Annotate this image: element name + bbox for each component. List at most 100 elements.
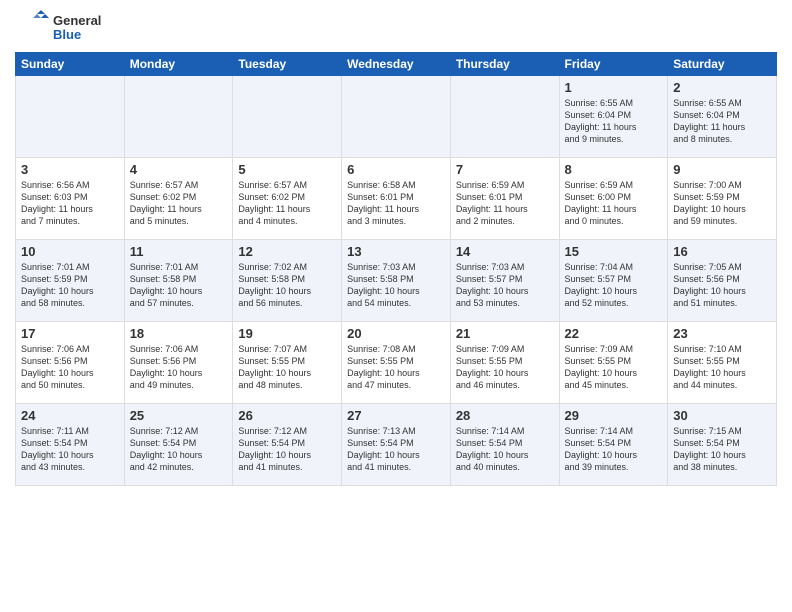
- day-info: Sunrise: 6:57 AM Sunset: 6:02 PM Dayligh…: [238, 179, 336, 228]
- day-number: 1: [565, 80, 663, 95]
- day-number: 10: [21, 244, 119, 259]
- day-number: 5: [238, 162, 336, 177]
- calendar-day-cell: 11 Sunrise: 7:01 AM Sunset: 5:58 PM Dayli…: [124, 240, 233, 322]
- calendar-day-cell: 5 Sunrise: 6:57 AM Sunset: 6:02 PM Daylig…: [233, 158, 342, 240]
- day-info: Sunrise: 7:05 AM Sunset: 5:56 PM Dayligh…: [673, 261, 771, 310]
- calendar-day-cell: [233, 76, 342, 158]
- calendar-day-cell: 24 Sunrise: 7:11 AM Sunset: 5:54 PM Dayli…: [16, 404, 125, 486]
- day-info: Sunrise: 7:13 AM Sunset: 5:54 PM Dayligh…: [347, 425, 445, 474]
- calendar-table: SundayMondayTuesdayWednesdayThursdayFrid…: [15, 52, 777, 486]
- calendar-day-cell: 15 Sunrise: 7:04 AM Sunset: 5:57 PM Dayli…: [559, 240, 668, 322]
- day-number: 19: [238, 326, 336, 341]
- day-number: 4: [130, 162, 228, 177]
- day-number: 25: [130, 408, 228, 423]
- calendar-day-cell: 7Sunrise: 6:59 AM Sunset: 6:01 PM Daylig…: [450, 158, 559, 240]
- day-info: Sunrise: 7:01 AM Sunset: 5:58 PM Dayligh…: [130, 261, 228, 310]
- day-info: Sunrise: 7:04 AM Sunset: 5:57 PM Dayligh…: [565, 261, 663, 310]
- calendar-day-cell: 3 Sunrise: 6:56 AM Sunset: 6:03 PM Daylig…: [16, 158, 125, 240]
- calendar-day-cell: 28 Sunrise: 7:14 AM Sunset: 5:54 PM Dayli…: [450, 404, 559, 486]
- calendar-day-cell: 30 Sunrise: 7:15 AM Sunset: 5:54 PM Dayli…: [668, 404, 777, 486]
- day-number: 16: [673, 244, 771, 259]
- calendar-day-cell: 4 Sunrise: 6:57 AM Sunset: 6:02 PM Daylig…: [124, 158, 233, 240]
- day-info: Sunrise: 7:06 AM Sunset: 5:56 PM Dayligh…: [130, 343, 228, 392]
- calendar-day-cell: 10 Sunrise: 7:01 AM Sunset: 5:59 PM Dayli…: [16, 240, 125, 322]
- calendar-week-row: 10 Sunrise: 7:01 AM Sunset: 5:59 PM Dayli…: [16, 240, 777, 322]
- calendar-day-cell: 23 Sunrise: 7:10 AM Sunset: 5:55 PM Dayli…: [668, 322, 777, 404]
- calendar-day-cell: 26 Sunrise: 7:12 AM Sunset: 5:54 PM Dayli…: [233, 404, 342, 486]
- day-info: Sunrise: 6:57 AM Sunset: 6:02 PM Dayligh…: [130, 179, 228, 228]
- day-number: 30: [673, 408, 771, 423]
- logo-general: General: [53, 14, 101, 28]
- day-info: Sunrise: 6:56 AM Sunset: 6:03 PM Dayligh…: [21, 179, 119, 228]
- calendar-day-cell: 22Sunrise: 7:09 AM Sunset: 5:55 PM Dayli…: [559, 322, 668, 404]
- day-info: Sunrise: 7:08 AM Sunset: 5:55 PM Dayligh…: [347, 343, 445, 392]
- calendar-day-cell: 29 Sunrise: 7:14 AM Sunset: 5:54 PM Dayli…: [559, 404, 668, 486]
- calendar-day-cell: 2Sunrise: 6:55 AM Sunset: 6:04 PM Daylig…: [668, 76, 777, 158]
- day-number: 18: [130, 326, 228, 341]
- day-info: Sunrise: 7:11 AM Sunset: 5:54 PM Dayligh…: [21, 425, 119, 474]
- calendar-day-cell: 1 Sunrise: 6:55 AM Sunset: 6:04 PM Daylig…: [559, 76, 668, 158]
- calendar-day-cell: 25Sunrise: 7:12 AM Sunset: 5:54 PM Dayli…: [124, 404, 233, 486]
- day-info: Sunrise: 7:02 AM Sunset: 5:58 PM Dayligh…: [238, 261, 336, 310]
- day-number: 20: [347, 326, 445, 341]
- day-number: 27: [347, 408, 445, 423]
- weekday-header-cell: Tuesday: [233, 53, 342, 76]
- day-info: Sunrise: 7:14 AM Sunset: 5:54 PM Dayligh…: [565, 425, 663, 474]
- calendar-day-cell: [342, 76, 451, 158]
- day-number: 6: [347, 162, 445, 177]
- calendar-day-cell: 21Sunrise: 7:09 AM Sunset: 5:55 PM Dayli…: [450, 322, 559, 404]
- calendar-day-cell: 14 Sunrise: 7:03 AM Sunset: 5:57 PM Dayli…: [450, 240, 559, 322]
- day-info: Sunrise: 7:06 AM Sunset: 5:56 PM Dayligh…: [21, 343, 119, 392]
- day-number: 13: [347, 244, 445, 259]
- day-info: Sunrise: 6:55 AM Sunset: 6:04 PM Dayligh…: [565, 97, 663, 146]
- logo-graphic: [15, 10, 51, 46]
- calendar-day-cell: 17Sunrise: 7:06 AM Sunset: 5:56 PM Dayli…: [16, 322, 125, 404]
- weekday-header-cell: Saturday: [668, 53, 777, 76]
- weekday-header-cell: Wednesday: [342, 53, 451, 76]
- day-info: Sunrise: 7:15 AM Sunset: 5:54 PM Dayligh…: [673, 425, 771, 474]
- calendar-day-cell: 8 Sunrise: 6:59 AM Sunset: 6:00 PM Daylig…: [559, 158, 668, 240]
- day-info: Sunrise: 7:14 AM Sunset: 5:54 PM Dayligh…: [456, 425, 554, 474]
- day-number: 8: [565, 162, 663, 177]
- day-number: 11: [130, 244, 228, 259]
- day-info: Sunrise: 7:03 AM Sunset: 5:57 PM Dayligh…: [456, 261, 554, 310]
- logo-svg: General Blue: [15, 10, 101, 46]
- calendar-day-cell: 18 Sunrise: 7:06 AM Sunset: 5:56 PM Dayli…: [124, 322, 233, 404]
- day-number: 28: [456, 408, 554, 423]
- day-number: 22: [565, 326, 663, 341]
- day-info: Sunrise: 6:55 AM Sunset: 6:04 PM Dayligh…: [673, 97, 771, 146]
- weekday-header-cell: Sunday: [16, 53, 125, 76]
- calendar-day-cell: 13 Sunrise: 7:03 AM Sunset: 5:58 PM Dayli…: [342, 240, 451, 322]
- calendar-day-cell: [16, 76, 125, 158]
- day-info: Sunrise: 7:03 AM Sunset: 5:58 PM Dayligh…: [347, 261, 445, 310]
- day-number: 3: [21, 162, 119, 177]
- day-info: Sunrise: 6:59 AM Sunset: 6:01 PM Dayligh…: [456, 179, 554, 228]
- weekday-header-cell: Friday: [559, 53, 668, 76]
- day-number: 14: [456, 244, 554, 259]
- weekday-header-cell: Monday: [124, 53, 233, 76]
- day-number: 9: [673, 162, 771, 177]
- day-info: Sunrise: 7:01 AM Sunset: 5:59 PM Dayligh…: [21, 261, 119, 310]
- day-info: Sunrise: 7:10 AM Sunset: 5:55 PM Dayligh…: [673, 343, 771, 392]
- calendar-day-cell: 20 Sunrise: 7:08 AM Sunset: 5:55 PM Dayli…: [342, 322, 451, 404]
- calendar-week-row: 3 Sunrise: 6:56 AM Sunset: 6:03 PM Daylig…: [16, 158, 777, 240]
- day-number: 26: [238, 408, 336, 423]
- day-info: Sunrise: 7:12 AM Sunset: 5:54 PM Dayligh…: [238, 425, 336, 474]
- calendar-day-cell: 19 Sunrise: 7:07 AM Sunset: 5:55 PM Dayli…: [233, 322, 342, 404]
- calendar-day-cell: 6 Sunrise: 6:58 AM Sunset: 6:01 PM Daylig…: [342, 158, 451, 240]
- day-number: 29: [565, 408, 663, 423]
- logo-blue: Blue: [53, 28, 101, 42]
- calendar-week-row: 24 Sunrise: 7:11 AM Sunset: 5:54 PM Dayli…: [16, 404, 777, 486]
- day-number: 24: [21, 408, 119, 423]
- day-number: 15: [565, 244, 663, 259]
- day-info: Sunrise: 6:59 AM Sunset: 6:00 PM Dayligh…: [565, 179, 663, 228]
- day-number: 23: [673, 326, 771, 341]
- day-number: 12: [238, 244, 336, 259]
- day-info: Sunrise: 7:00 AM Sunset: 5:59 PM Dayligh…: [673, 179, 771, 228]
- logo: General Blue: [15, 10, 101, 46]
- day-number: 21: [456, 326, 554, 341]
- day-info: Sunrise: 6:58 AM Sunset: 6:01 PM Dayligh…: [347, 179, 445, 228]
- day-info: Sunrise: 7:07 AM Sunset: 5:55 PM Dayligh…: [238, 343, 336, 392]
- calendar-week-row: 1 Sunrise: 6:55 AM Sunset: 6:04 PM Daylig…: [16, 76, 777, 158]
- calendar-day-cell: [124, 76, 233, 158]
